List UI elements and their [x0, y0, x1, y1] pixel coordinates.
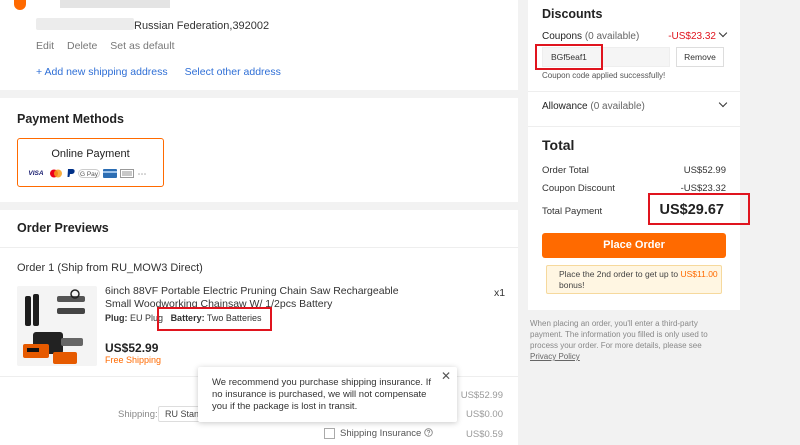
promo-prefix: Place the 2nd order to get up to — [559, 269, 679, 279]
free-shipping-label: Free Shipping — [105, 355, 162, 365]
edit-address-link[interactable]: Edit — [36, 40, 54, 52]
chevron-down-icon[interactable] — [718, 28, 728, 38]
product-price: US$52.99 — [105, 341, 159, 355]
address-name-redacted — [60, 0, 170, 8]
select-other-address-link[interactable]: Select other address — [185, 66, 281, 78]
mastercard-icon — [50, 169, 62, 177]
discounts-title: Discounts — [542, 7, 603, 21]
place-order-button[interactable]: Place Order — [542, 233, 726, 258]
set-default-link[interactable]: Set as default — [110, 40, 174, 52]
coupon-highlight-box — [535, 44, 603, 70]
shipping-insurance-text: Shipping Insurance — [340, 428, 422, 439]
coupons-available: (0 available) — [584, 31, 640, 42]
coupons-value: -US$23.32 — [668, 31, 716, 42]
wallet-icon — [120, 168, 134, 178]
paypal-icon — [67, 169, 75, 177]
order-1-label: Order 1 (Ship from RU_MOW3 Direct) — [17, 262, 203, 274]
payment-icons: VISA G Pay — [26, 168, 147, 178]
total-highlight-box — [648, 193, 750, 225]
order-total-value: US$52.99 — [683, 165, 726, 176]
help-icon[interactable] — [424, 428, 433, 437]
visa-icon: VISA — [28, 169, 44, 177]
google-pay-icon: G Pay — [78, 168, 100, 178]
coupon-applied-message: Coupon code applied successfully! — [542, 71, 666, 80]
address-line: Russian Federation,392002 — [134, 20, 270, 32]
tooltip-text: We recommend you purchase shipping insur… — [212, 377, 431, 412]
battery-highlight-box — [157, 307, 272, 331]
payment-methods-title: Payment Methods — [17, 112, 124, 126]
bank-card-icon — [103, 168, 117, 178]
chevron-down-icon[interactable] — [718, 98, 728, 108]
address-actions: Edit Delete Set as default — [36, 40, 185, 52]
subtotal-value: US$52.99 — [460, 390, 503, 401]
online-payment-option[interactable]: Online Payment VISA G Pay — [17, 138, 164, 187]
shipping-address-card: Russian Federation,392002 Edit Delete Se… — [0, 0, 518, 90]
remove-coupon-button[interactable]: Remove — [676, 47, 724, 67]
online-payment-label: Online Payment — [51, 148, 130, 160]
payment-notice-text: When placing an order, you'll enter a th… — [530, 319, 708, 350]
address-street-redacted — [36, 18, 134, 30]
allowance-label: Allowance — [542, 101, 588, 112]
divider — [0, 247, 518, 248]
total-payment-label: Total Payment — [542, 206, 603, 217]
coupon-discount-label: Coupon Discount — [542, 183, 615, 194]
divider — [528, 91, 740, 92]
shipping-insurance-label: Shipping Insurance — [340, 428, 433, 439]
coupons-row[interactable]: Coupons (0 available) — [542, 31, 639, 42]
payment-methods-card: Payment Methods Online Payment VISA G Pa… — [0, 98, 518, 202]
privacy-policy-link[interactable]: Privacy Policy — [530, 352, 580, 361]
add-shipping-address-link[interactable]: + Add new shipping address — [36, 66, 168, 78]
chainsaw-icon — [17, 286, 97, 366]
close-icon[interactable]: ✕ — [441, 369, 451, 383]
coupons-label: Coupons — [542, 31, 583, 42]
plug-label: Plug: — [105, 313, 128, 323]
delete-address-link[interactable]: Delete — [67, 40, 97, 52]
more-icon — [138, 172, 146, 175]
address-links: + Add new shipping address Select other … — [36, 66, 295, 78]
payment-notice: When placing an order, you'll enter a th… — [530, 318, 730, 362]
shipping-insurance-checkbox[interactable] — [324, 428, 335, 439]
second-order-promo: Place the 2nd order to get up to US$11.0… — [546, 265, 722, 294]
allowance-available: (0 available) — [590, 101, 645, 112]
insurance-value: US$0.59 — [466, 429, 503, 440]
order-previews-title: Order Previews — [17, 221, 109, 235]
allowance-row[interactable]: Allowance (0 available) — [542, 101, 645, 112]
total-title: Total — [542, 137, 575, 153]
shipping-label: Shipping: — [118, 409, 158, 420]
promo-suffix: bonus! — [559, 280, 585, 290]
shipping-value: US$0.00 — [466, 409, 503, 420]
insurance-tooltip: We recommend you purchase shipping insur… — [198, 367, 457, 422]
product-image[interactable] — [17, 286, 97, 366]
order-total-label: Order Total — [542, 165, 589, 176]
product-quantity: x1 — [494, 287, 506, 299]
location-pin-icon — [14, 0, 26, 10]
promo-amount: US$11.00 — [680, 269, 718, 279]
